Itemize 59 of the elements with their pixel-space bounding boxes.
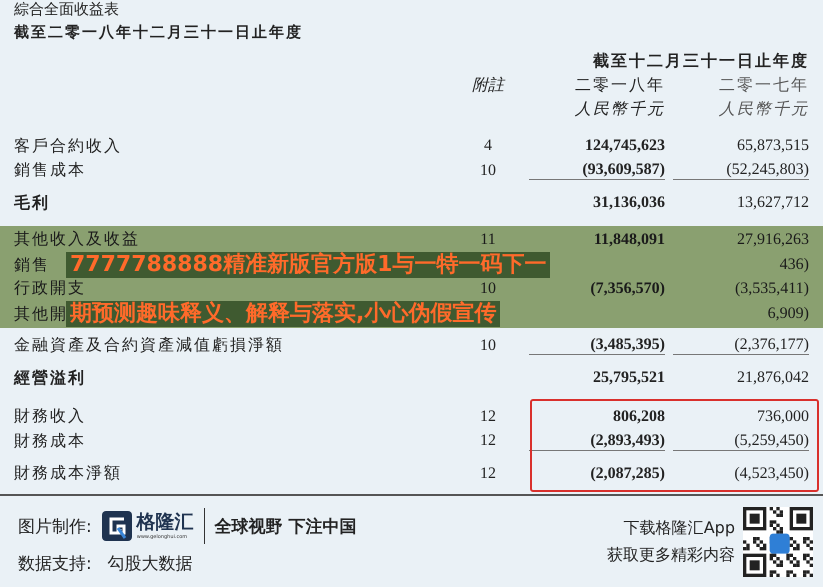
amount: 6,909) [768, 305, 809, 322]
statement-subtitle: 截至二零一八年十二月三十一日止年度 [14, 22, 304, 42]
note-header: 附註 [472, 77, 504, 94]
app-promo-text: 下载格隆汇App [624, 518, 735, 538]
currency-unit: 人民幣千元 [719, 101, 809, 118]
note-number: 10 [480, 336, 496, 354]
amount: (3,535,411) [734, 280, 809, 297]
row-label: 行政開支 [14, 280, 86, 298]
amount: 11,848,091 [594, 230, 665, 248]
banner-text: 7777788888精准新版官方版1与一特一码下一 [66, 252, 550, 278]
amount: 65,873,515 [737, 137, 809, 154]
year-header: 二零一七年 [719, 77, 809, 94]
amount: (5,259,450) [734, 432, 809, 449]
note-number: 10 [480, 280, 496, 297]
row-label: 毛利 [14, 194, 50, 212]
amount: (4,523,450) [734, 464, 809, 482]
amount: (2,376,177) [734, 336, 809, 354]
amount: 13,627,712 [737, 194, 809, 212]
note-number: 12 [480, 464, 496, 482]
amount: 806,208 [613, 408, 665, 425]
row-label: 銷售成本 [14, 162, 86, 180]
row-label: 財務收入 [14, 408, 86, 426]
row-label: 財務成本淨額 [14, 465, 122, 482]
amount: (3,485,395) [590, 336, 665, 354]
amount: (7,356,570) [590, 280, 665, 297]
row-label: 經營溢利 [14, 370, 86, 387]
slogan: 全球视野 下注中国 [214, 516, 357, 538]
amount: 31,136,036 [593, 194, 665, 212]
amount: 25,795,521 [593, 369, 665, 386]
app-promo-text: 获取更多精彩内容 [607, 544, 735, 566]
amount: (52,245,803) [726, 161, 809, 178]
brand-name: 格隆汇 [136, 511, 194, 533]
year-header: 二零一八年 [575, 77, 665, 94]
amount: (2,087,285) [590, 464, 665, 482]
currency-unit: 人民幣千元 [575, 101, 665, 118]
credit-label: 图片制作: [18, 516, 92, 538]
row-label: 金融資產及合約資產減值虧損淨額 [14, 337, 284, 354]
row-label: 其他收入及收益 [14, 231, 140, 248]
amount: 736,000 [757, 408, 809, 425]
amount: 436) [780, 256, 809, 273]
credit-label: 数据支持: [18, 553, 92, 575]
row-label: 銷售 [14, 256, 50, 274]
row-label: 客戶合約收入 [14, 138, 122, 155]
note-number: 12 [480, 432, 496, 450]
note-number: 4 [484, 137, 492, 154]
amount: (2,893,493) [590, 432, 665, 449]
amount: 124,745,623 [585, 137, 665, 154]
row-label: 其他開 [14, 306, 68, 322]
row-label: 財務成本 [14, 432, 86, 450]
amount: 21,876,042 [737, 369, 809, 386]
note-number: 11 [480, 230, 496, 248]
note-number: 12 [480, 408, 496, 425]
data-source: 勾股大数据 [108, 553, 193, 575]
banner-text: 期预测趣味释义、解释与落实,小心伪假宣传 [66, 301, 500, 327]
note-number: 10 [480, 162, 496, 179]
statement-title: 綜合全面收益表 [14, 0, 120, 18]
amount: (93,609,587) [582, 161, 665, 178]
period-header: 截至十二月三十一日止年度 [593, 53, 809, 70]
amount: 27,916,263 [737, 230, 809, 248]
